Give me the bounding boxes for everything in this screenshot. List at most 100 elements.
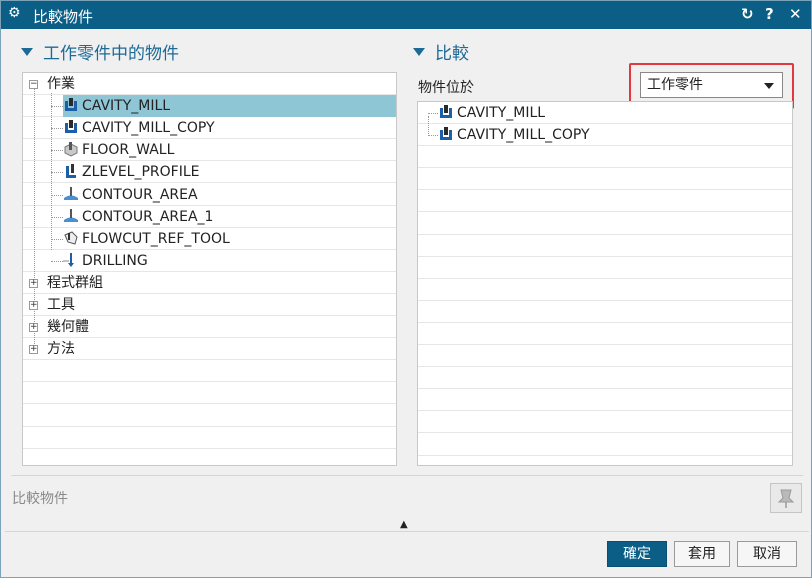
grid-row (23, 382, 396, 405)
tree-node-label: CAVITY_MILL_COPY (82, 120, 215, 137)
tree-connector (51, 260, 63, 262)
tree-node-operation[interactable]: DRILLING (63, 250, 148, 272)
cavity-mill-icon (438, 126, 454, 142)
tree-node-group[interactable]: 工具 (47, 294, 75, 316)
collapse-toggle-icon[interactable]: − (29, 80, 38, 89)
tree-connector (51, 150, 63, 152)
close-icon[interactable]: ✕ (789, 5, 802, 23)
tree-node-group[interactable]: 方法 (47, 338, 75, 360)
expand-toggle-icon[interactable]: + (29, 278, 38, 288)
tree-node-group[interactable]: 幾何體 (47, 316, 89, 338)
tree-node-label: FLOOR_WALL (82, 142, 175, 159)
contour-area-icon (63, 186, 79, 202)
tree-node-label: CONTOUR_AREA (82, 186, 198, 203)
grid-row (418, 235, 792, 257)
grid-row (23, 360, 396, 383)
dialog-title: 比較物件 (33, 8, 94, 26)
grid-row (418, 367, 792, 390)
grid-row (418, 345, 792, 368)
expand-toggle-icon[interactable]: + (29, 323, 38, 333)
tree-node-label: ZLEVEL_PROFILE (82, 164, 200, 181)
compare-list-label: CAVITY_MILL (457, 105, 546, 121)
grid-row (418, 257, 792, 279)
cancel-button[interactable]: 取消 (737, 541, 797, 567)
grid-row (418, 301, 792, 323)
tree-node-operation[interactable]: FLOOR_WALL (63, 139, 174, 161)
apply-button[interactable]: 套用 (674, 541, 730, 567)
tree-connector (34, 89, 35, 351)
location-dropdown[interactable]: 工作零件 (640, 72, 783, 98)
grid-row (418, 279, 792, 301)
location-dropdown-value: 工作零件 (647, 77, 703, 93)
tree-node-label: 幾何體 (47, 319, 89, 336)
grid-row (418, 168, 792, 191)
tree-connector (51, 128, 63, 130)
collapse-arrow-icon[interactable]: ▲ (400, 519, 408, 530)
tree-node-operation[interactable]: CAVITY_MILL_COPY (63, 117, 215, 139)
status-label: 比較物件 (12, 491, 68, 507)
tree-node-operation[interactable]: CONTOUR_AREA (63, 184, 198, 206)
tree-node-label: DRILLING (82, 252, 148, 269)
operation-tree-panel[interactable]: − 作業 CAVITY_MILL CAVITY_MILL_COPY FLOOR_WALL… (22, 72, 397, 466)
right-section-header[interactable]: 比較 (413, 39, 469, 64)
compare-list-label: CAVITY_MILL_COPY (457, 127, 590, 144)
tree-connector (51, 93, 52, 250)
tree-node-operations[interactable]: 作業 (47, 73, 75, 95)
tree-node-label: CAVITY_MILL (82, 98, 171, 115)
grid-row (418, 213, 792, 235)
compare-list-panel[interactable]: CAVITY_MILL CAVITY_MILL_COPY (417, 101, 793, 466)
expand-toggle-icon[interactable]: + (29, 345, 38, 355)
compare-objects-dialog: ⚙ 比較物件 ↻ ? ✕ 工作零件中的物件 − 作業 CAVITY_MILL CAVI… (0, 0, 812, 578)
grid-row (23, 338, 396, 361)
drilling-icon (63, 252, 79, 268)
chevron-down-icon (764, 83, 774, 89)
tree-node-operation[interactable]: CAVITY_MILL (63, 95, 396, 118)
grid-row (418, 434, 792, 456)
tree-node-group[interactable]: 程式群組 (47, 272, 103, 294)
grid-row (418, 190, 792, 213)
grid-row (418, 146, 792, 169)
pin-button[interactable] (770, 483, 802, 513)
tree-connector (428, 113, 438, 114)
title-bar: ⚙ 比較物件 ↻ ? ✕ (1, 1, 811, 29)
cavity-mill-icon (63, 97, 79, 113)
location-label: 物件位於 (418, 80, 474, 96)
grid-row (418, 389, 792, 412)
tree-node-label: FLOWCUT_REF_TOOL (82, 230, 230, 247)
tree-connector (51, 194, 63, 196)
grid-row (23, 405, 396, 427)
divider (11, 475, 803, 476)
tree-connector (51, 106, 63, 108)
left-section-title: 工作零件中的物件 (43, 44, 179, 64)
cavity-mill-icon (438, 104, 454, 120)
tree-node-label: 作業 (47, 76, 75, 92)
grid-row (23, 294, 396, 316)
reset-icon[interactable]: ↻ (741, 5, 754, 23)
ok-button[interactable]: 確定 (607, 541, 667, 567)
tree-connector (51, 216, 63, 218)
grid-row (23, 449, 396, 465)
tree-node-label: 工具 (47, 297, 75, 313)
help-icon[interactable]: ? (765, 5, 774, 23)
grid-row (23, 427, 396, 449)
grid-row (418, 456, 792, 465)
tree-node-operation[interactable]: ZLEVEL_PROFILE (63, 161, 199, 183)
tree-node-operation[interactable]: FLOWCUT_REF_TOOL (63, 228, 230, 250)
compare-list-item[interactable]: CAVITY_MILL (438, 102, 545, 124)
tree-connector (428, 116, 429, 136)
tree-node-label: 方法 (47, 341, 75, 358)
floor-wall-icon (63, 141, 79, 157)
cavity-mill-icon (63, 119, 79, 135)
zlevel-profile-icon (63, 163, 79, 179)
grid-row (418, 411, 792, 434)
expand-toggle-icon[interactable]: + (29, 301, 38, 310)
left-section-header[interactable]: 工作零件中的物件 (21, 39, 179, 64)
tree-node-operation[interactable]: CONTOUR_AREA_1 (63, 206, 213, 228)
grid-row (23, 73, 396, 95)
compare-list-item[interactable]: CAVITY_MILL_COPY (438, 124, 590, 146)
tree-connector (51, 238, 63, 240)
gear-icon: ⚙ (8, 5, 21, 21)
contour-area-icon (63, 208, 79, 224)
right-section-title: 比較 (435, 44, 469, 64)
tree-node-label: CONTOUR_AREA_1 (82, 208, 214, 225)
